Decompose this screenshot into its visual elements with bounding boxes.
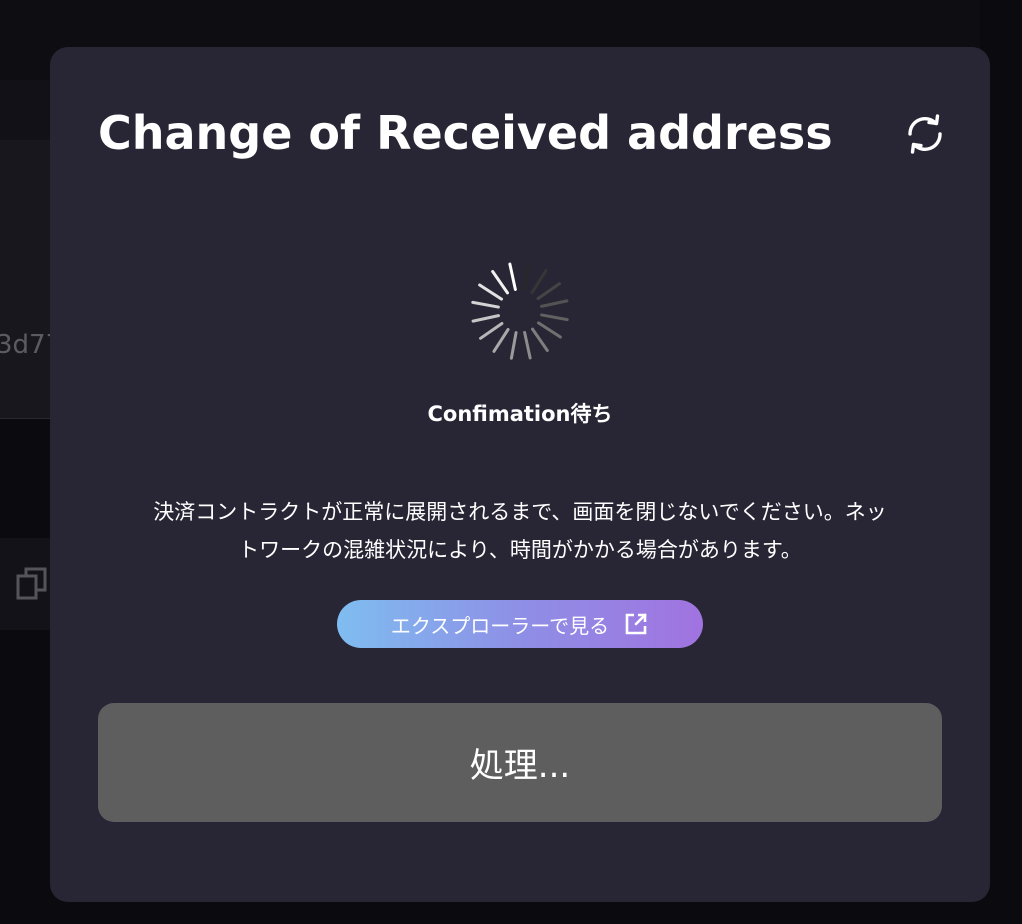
view-in-explorer-button[interactable]: エクスプローラーで見る bbox=[337, 600, 703, 648]
refresh-icon bbox=[908, 114, 942, 154]
refresh-button[interactable] bbox=[900, 109, 950, 159]
spinner-tick bbox=[530, 269, 548, 295]
spinner-tick bbox=[478, 283, 504, 301]
spinner-tick bbox=[540, 299, 569, 308]
processing-button[interactable]: 処理... bbox=[98, 703, 942, 822]
spinner-tick bbox=[471, 314, 500, 323]
confirmation-status: Confimation待ち bbox=[427, 402, 613, 426]
wait-notice: 決済コントラクトが正常に展開されるまで、画面を閉じないでください。ネッ トワーク… bbox=[90, 493, 950, 569]
spinner-tick bbox=[540, 313, 569, 322]
spinner-tick bbox=[471, 300, 500, 309]
wait-notice-line-2: トワークの混雑状況により、時間がかかる場合があります。 bbox=[238, 538, 802, 562]
spinner-tick bbox=[509, 331, 518, 360]
wait-notice-line-1: 決済コントラクトが正常に展開されるまで、画面を閉じないでください。ネッ bbox=[153, 500, 887, 524]
spinner-tick bbox=[522, 262, 531, 291]
spinner-tick bbox=[536, 282, 561, 300]
view-in-explorer-label: エクスプローラーで見る bbox=[390, 613, 610, 638]
spinner-tick bbox=[536, 321, 562, 339]
external-link-icon bbox=[625, 613, 647, 635]
modal-title: Change of Received address bbox=[98, 106, 833, 160]
spinner-tick bbox=[491, 270, 509, 295]
spinner-tick bbox=[479, 322, 504, 340]
spinner-tick bbox=[508, 262, 517, 291]
confirmation-modal: Change of Received address Confimation待ち… bbox=[50, 47, 990, 902]
loading-spinner-icon bbox=[471, 262, 569, 360]
spinner-tick bbox=[523, 331, 532, 360]
spinner-tick bbox=[531, 327, 549, 352]
copy-icon bbox=[16, 567, 47, 600]
spinner-tick bbox=[492, 327, 510, 353]
